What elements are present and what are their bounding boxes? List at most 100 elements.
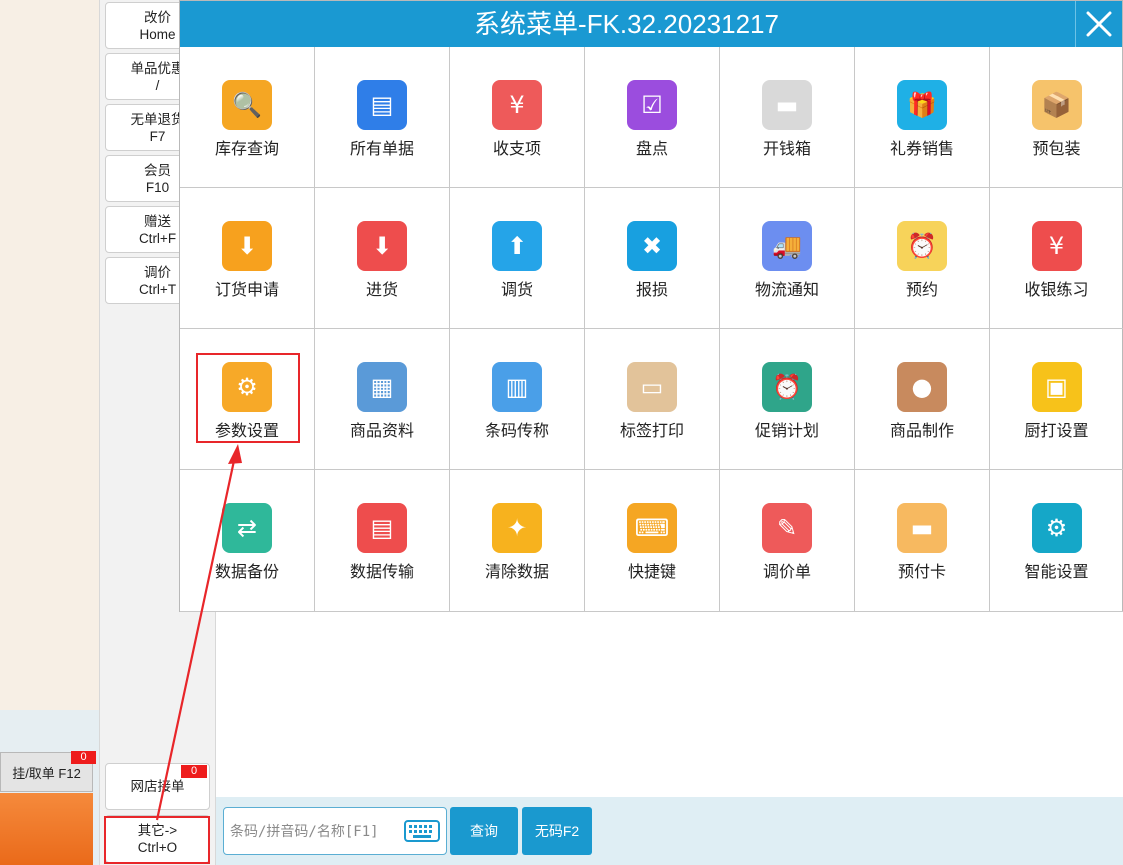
menu-item-promotion-plan[interactable]: ⏰ 促销计划: [720, 329, 855, 470]
menu-item-prepackage[interactable]: 📦 预包装: [990, 47, 1123, 188]
menu-item-label-print[interactable]: ▭ 标签打印: [585, 329, 720, 470]
menu-item-product-making[interactable]: ● 商品制作: [855, 329, 990, 470]
income-expense-icon: ¥: [492, 80, 542, 130]
menu-item-order-request[interactable]: ⬇ 订货申请: [180, 188, 315, 329]
return-shortcut: F7: [149, 128, 166, 144]
menu-item-product-info[interactable]: ▦ 商品资料: [315, 329, 450, 470]
label-print-icon: ▭: [627, 362, 677, 412]
menu-item-data-backup[interactable]: ⇄ 数据备份: [180, 470, 315, 612]
menu-item-label: 标签打印: [619, 423, 684, 440]
search-input[interactable]: 条码/拼音码/名称[F1]: [223, 807, 447, 855]
menu-item-barcode-scale[interactable]: ▥ 条码传称: [450, 329, 585, 470]
return-label: 无单退货: [130, 111, 185, 127]
clear-data-icon: ✦: [492, 503, 542, 553]
gift-label: 赠送: [144, 213, 171, 229]
data-transfer-icon: ▤: [357, 503, 407, 553]
change-price-label: 改价: [144, 9, 171, 25]
smart-settings-icon: ⚙: [1031, 503, 1082, 553]
menu-item-label: 调价单: [762, 564, 811, 581]
menu-item-label: 收银练习: [1024, 282, 1089, 299]
menu-item-data-transfer[interactable]: ▤ 数据传输: [315, 470, 450, 612]
price-adjust-sheet-icon: ✎: [762, 503, 812, 553]
online-order-label: 网店接单: [130, 779, 185, 794]
menu-title: 系统菜单-FK.32.20231217: [474, 9, 779, 39]
hold-order-label: 挂/取单 F12: [12, 765, 81, 781]
menu-item-kitchen-print[interactable]: ▣ 厨打设置: [990, 329, 1123, 470]
cashier-practice-icon: ¥: [1031, 221, 1082, 271]
menu-item-appointment[interactable]: ⏰ 预约: [855, 188, 990, 329]
keyboard-icon[interactable]: [404, 820, 440, 846]
menu-item-label: 报损: [635, 282, 668, 299]
online-order-badge: 0: [181, 765, 207, 778]
menu-item-label: 订货申请: [214, 282, 279, 299]
shortcut-keys-icon: ⌨: [627, 503, 677, 553]
logistics-notice-icon: 🚚: [762, 221, 812, 271]
menu-item-label: 数据传输: [349, 564, 414, 581]
menu-item-price-adjust-sheet[interactable]: ✎ 调价单: [720, 470, 855, 612]
menu-item-purchase[interactable]: ⬇ 进货: [315, 188, 450, 329]
member-shortcut: F10: [145, 179, 170, 195]
menu-item-prepaid-card[interactable]: ▬ 预付卡: [855, 470, 990, 612]
search-placeholder: 条码/拼音码/名称[F1]: [230, 824, 379, 840]
menu-item-transfer[interactable]: ⬆ 调货: [450, 188, 585, 329]
kitchen-print-icon: ▣: [1031, 362, 1082, 412]
hold-order-badge: 0: [71, 751, 96, 764]
no-barcode-button[interactable]: 无码F2: [522, 807, 592, 855]
gift-voucher-icon: 🎁: [897, 80, 947, 130]
cash-drawer-icon: ▬: [762, 80, 812, 130]
menu-item-label: 智能设置: [1024, 564, 1089, 581]
adjust-price-label: 调价: [144, 264, 171, 280]
menu-item-label: 预约: [905, 282, 938, 299]
menu-item-shortcut-keys[interactable]: ⌨ 快捷键: [585, 470, 720, 612]
member-label: 会员: [144, 162, 171, 178]
transfer-icon: ⬆: [492, 221, 542, 271]
menu-item-label: 物流通知: [754, 282, 819, 299]
menu-item-label: 所有单据: [349, 141, 414, 158]
appointment-icon: ⏰: [897, 221, 947, 271]
menu-item-inventory-query[interactable]: 🔍 库存查询: [180, 47, 315, 188]
product-making-icon: ●: [897, 362, 947, 412]
menu-item-label: 条码传称: [484, 423, 549, 440]
prepackage-icon: 📦: [1031, 80, 1082, 130]
close-button[interactable]: [1075, 1, 1122, 47]
menu-item-label: 进货: [365, 282, 398, 299]
menu-item-stocktake[interactable]: ☑ 盘点: [585, 47, 720, 188]
all-documents-icon: ▤: [357, 80, 407, 130]
data-backup-icon: ⇄: [222, 503, 272, 553]
menu-item-clear-data[interactable]: ✦ 清除数据: [450, 470, 585, 612]
damage-report-icon: ✖: [627, 221, 677, 271]
menu-item-label: 数据备份: [214, 564, 279, 581]
item-discount-label: 单品优惠: [130, 60, 185, 76]
system-menu-dialog: 系统菜单-FK.32.20231217 🔍 库存查询 ▤ 所有单据 ¥ 收支项 ☑ 盘点 ▬ 开钱…: [179, 0, 1123, 612]
menu-item-all-documents[interactable]: ▤ 所有单据: [315, 47, 450, 188]
inventory-query-icon: 🔍: [222, 80, 272, 130]
menu-item-label: 开钱箱: [762, 141, 811, 158]
menu-item-cash-drawer[interactable]: ▬ 开钱箱: [720, 47, 855, 188]
menu-item-label: 促销计划: [754, 423, 819, 440]
promotion-plan-icon: ⏰: [762, 362, 812, 412]
menu-item-label: 商品制作: [889, 423, 954, 440]
menu-item-logistics-notice[interactable]: 🚚 物流通知: [720, 188, 855, 329]
menu-item-label: 预付卡: [897, 564, 946, 581]
menu-item-label: 快捷键: [627, 564, 676, 581]
menu-item-label: 调货: [500, 282, 533, 299]
prepaid-card-icon: ▬: [897, 503, 947, 553]
menu-item-smart-settings[interactable]: ⚙ 智能设置: [990, 470, 1123, 612]
stocktake-icon: ☑: [627, 80, 677, 130]
menu-item-label: 厨打设置: [1024, 423, 1089, 440]
menu-item-cashier-practice[interactable]: ¥ 收银练习: [990, 188, 1123, 329]
menu-item-damage-report[interactable]: ✖ 报损: [585, 188, 720, 329]
menu-item-income-expense[interactable]: ¥ 收支项: [450, 47, 585, 188]
menu-item-label: 库存查询: [214, 141, 279, 158]
barcode-scale-icon: ▥: [492, 362, 542, 412]
menu-item-label: 收支项: [492, 141, 541, 158]
gift-shortcut: Ctrl+F: [138, 230, 177, 246]
menu-item-gift-voucher[interactable]: 🎁 礼券销售: [855, 47, 990, 188]
order-request-icon: ⬇: [222, 221, 272, 271]
menu-item-label: 盘点: [635, 141, 668, 158]
query-button[interactable]: 查询: [450, 807, 518, 855]
orange-action-block[interactable]: [0, 793, 93, 865]
purchase-icon: ⬇: [357, 221, 407, 271]
menu-item-label: 商品资料: [349, 423, 414, 440]
highlight-other-button: [104, 816, 210, 864]
